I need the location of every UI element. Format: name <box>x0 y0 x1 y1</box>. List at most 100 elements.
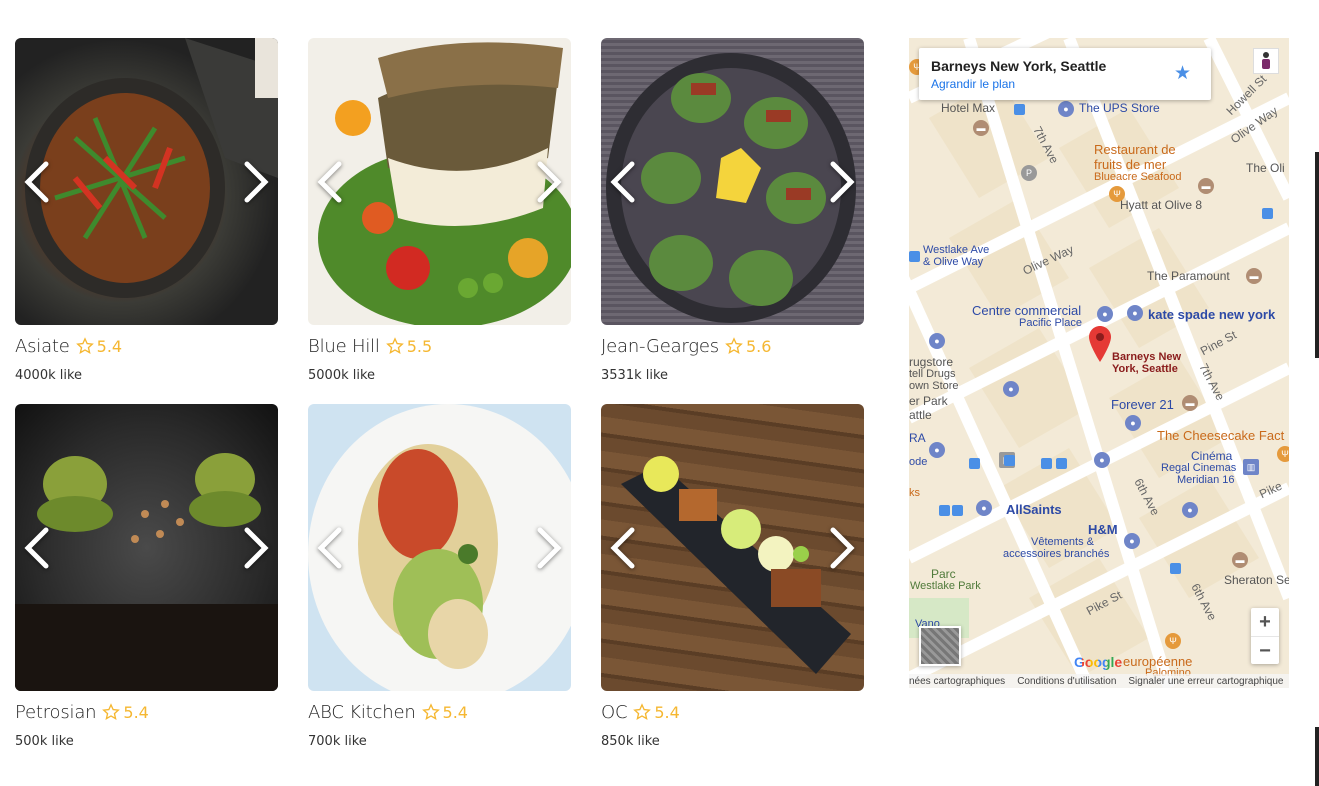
hotel-icon[interactable]: ▬ <box>1182 395 1198 411</box>
restaurant-card[interactable]: ABC Kitchen 5.4 700k like <box>308 404 571 749</box>
restaurant-name[interactable]: ABC Kitchen <box>308 702 416 723</box>
scrollbar-thumb[interactable] <box>1315 152 1319 358</box>
zoom-out-button[interactable]: − <box>1251 637 1279 665</box>
restaurant-icon[interactable]: Ψ <box>1109 186 1125 202</box>
carousel-next-button[interactable] <box>238 523 274 573</box>
bus-stop-icon[interactable] <box>1041 458 1052 469</box>
map-label: fruits de mer <box>1094 157 1167 172</box>
bus-stop-icon[interactable] <box>1262 208 1273 219</box>
map-label: Cinéma <box>1191 449 1233 463</box>
hotel-icon[interactable]: ▬ <box>973 120 989 136</box>
bus-stop-icon[interactable] <box>1056 458 1067 469</box>
carousel-next-button[interactable] <box>531 157 567 207</box>
shopping-icon[interactable]: ● <box>929 333 945 349</box>
map-label: attle <box>909 408 932 422</box>
bus-stop-icon[interactable] <box>969 458 980 469</box>
shopping-icon[interactable]: ● <box>1182 502 1198 518</box>
zoom-in-button[interactable]: + <box>1251 608 1279 636</box>
cinema-icon[interactable]: ▥ <box>1243 459 1259 475</box>
scrollbar-thumb[interactable] <box>1315 727 1319 786</box>
restaurant-card[interactable]: Petrosian 5.4 500k like <box>15 404 278 749</box>
satellite-toggle-button[interactable] <box>919 626 961 666</box>
theater-icon[interactable]: ▬ <box>1246 268 1262 284</box>
location-pin-icon[interactable] <box>1089 326 1111 362</box>
map-label: Pacific Place <box>1019 317 1082 329</box>
carousel-next-button[interactable] <box>824 523 860 573</box>
map-footer: nées cartographiques Conditions d'utilis… <box>909 674 1289 688</box>
bus-stop-icon[interactable] <box>952 505 963 516</box>
shopping-icon[interactable]: ● <box>929 442 945 458</box>
restaurant-card[interactable]: Jean-Gearges 5.6 3531k like <box>601 38 864 383</box>
hotel-icon[interactable]: ▬ <box>1232 552 1248 568</box>
terms-link[interactable]: Conditions d'utilisation <box>1017 676 1116 687</box>
restaurant-title-row: ABC Kitchen 5.4 <box>308 700 571 724</box>
carousel-next-button[interactable] <box>824 157 860 207</box>
restaurant-photo-carousel[interactable] <box>601 404 864 691</box>
shopping-icon[interactable]: ● <box>1127 305 1143 321</box>
map-label: Hyatt at Olive 8 <box>1120 198 1203 212</box>
restaurant-title-row: Jean-Gearges 5.6 <box>601 334 864 358</box>
save-star-icon[interactable]: ★ <box>1174 62 1191 85</box>
map-label: tell Drugs <box>909 368 956 380</box>
google-logo: Google <box>1074 654 1123 670</box>
restaurant-title-row: Petrosian 5.4 <box>15 700 278 724</box>
restaurant-name[interactable]: Petrosian <box>15 702 97 723</box>
carousel-prev-button[interactable] <box>605 157 641 207</box>
chevron-left-icon <box>610 527 635 568</box>
carousel-prev-button[interactable] <box>19 157 55 207</box>
map-label: own Store <box>909 380 959 392</box>
star-icon <box>75 337 94 354</box>
map-label: Forever 21 <box>1111 397 1174 412</box>
map-data-link[interactable]: nées cartographiques <box>909 676 1005 687</box>
restaurant-photo-carousel[interactable] <box>308 404 571 691</box>
carousel-prev-button[interactable] <box>605 523 641 573</box>
restaurant-name[interactable]: Asiate <box>15 336 70 357</box>
restaurant-icon[interactable]: Ψ <box>1165 633 1181 649</box>
bus-stop-icon[interactable] <box>1004 455 1015 466</box>
carousel-next-button[interactable] <box>531 523 567 573</box>
star-icon <box>725 337 743 354</box>
chevron-left-icon <box>317 161 342 202</box>
street-view-pegman-icon[interactable] <box>1253 48 1279 74</box>
shopping-icon[interactable]: ● <box>1124 533 1140 549</box>
report-error-link[interactable]: Signaler une erreur cartographique <box>1128 676 1283 687</box>
restaurant-name[interactable]: OC <box>601 702 628 723</box>
restaurant-photo-carousel[interactable] <box>308 38 571 325</box>
bus-stop-icon[interactable] <box>1170 563 1181 574</box>
restaurant-likes: 4000k like <box>15 368 83 383</box>
restaurant-photo-carousel[interactable] <box>15 38 278 325</box>
shopping-icon[interactable]: ● <box>1097 306 1113 322</box>
bus-stop-icon[interactable] <box>939 505 950 516</box>
map-label: Vêtements & <box>1031 536 1094 548</box>
shopping-icon[interactable]: ● <box>1125 415 1141 431</box>
hotel-icon[interactable]: ▬ <box>1198 178 1214 194</box>
shopping-icon[interactable]: ● <box>1058 101 1074 117</box>
map-label: Meridian 16 <box>1177 474 1235 486</box>
parking-icon[interactable]: P <box>1021 165 1037 181</box>
carousel-prev-button[interactable] <box>312 523 348 573</box>
restaurant-photo-carousel[interactable] <box>15 404 278 691</box>
restaurant-title-row: Asiate 5.4 <box>15 334 278 358</box>
restaurant-card[interactable]: Asiate 5.4 4000k like <box>15 38 278 383</box>
shopping-icon[interactable]: ● <box>976 500 992 516</box>
carousel-prev-button[interactable] <box>19 523 55 573</box>
restaurant-icon[interactable]: Ψ <box>1277 446 1289 462</box>
restaurant-name[interactable]: Blue Hill <box>308 336 380 357</box>
shopping-icon[interactable]: ● <box>1094 452 1110 468</box>
chevron-right-icon <box>244 161 269 202</box>
carousel-next-button[interactable] <box>238 157 274 207</box>
map-label: AllSaints <box>1006 502 1062 517</box>
map-widget[interactable]: Hotel Max The UPS Store Restaurant de fr… <box>909 38 1289 688</box>
restaurant-card[interactable]: OC 5.4 850k like <box>601 404 864 749</box>
shopping-icon[interactable]: ● <box>1003 381 1019 397</box>
bus-stop-icon[interactable] <box>1014 104 1025 115</box>
carousel-prev-button[interactable] <box>312 157 348 207</box>
map-label: kate spade new york <box>1148 307 1276 322</box>
restaurant-card[interactable]: Blue Hill 5.5 5000k like <box>308 38 571 383</box>
restaurant-name[interactable]: Jean-Gearges <box>601 336 719 357</box>
restaurant-photo-carousel[interactable] <box>601 38 864 325</box>
restaurant-rating: 5.5 <box>406 336 433 356</box>
bus-stop-icon[interactable] <box>909 251 920 262</box>
enlarge-map-link[interactable]: Agrandir le plan <box>931 77 1199 91</box>
map-label: The Paramount <box>1147 269 1230 283</box>
